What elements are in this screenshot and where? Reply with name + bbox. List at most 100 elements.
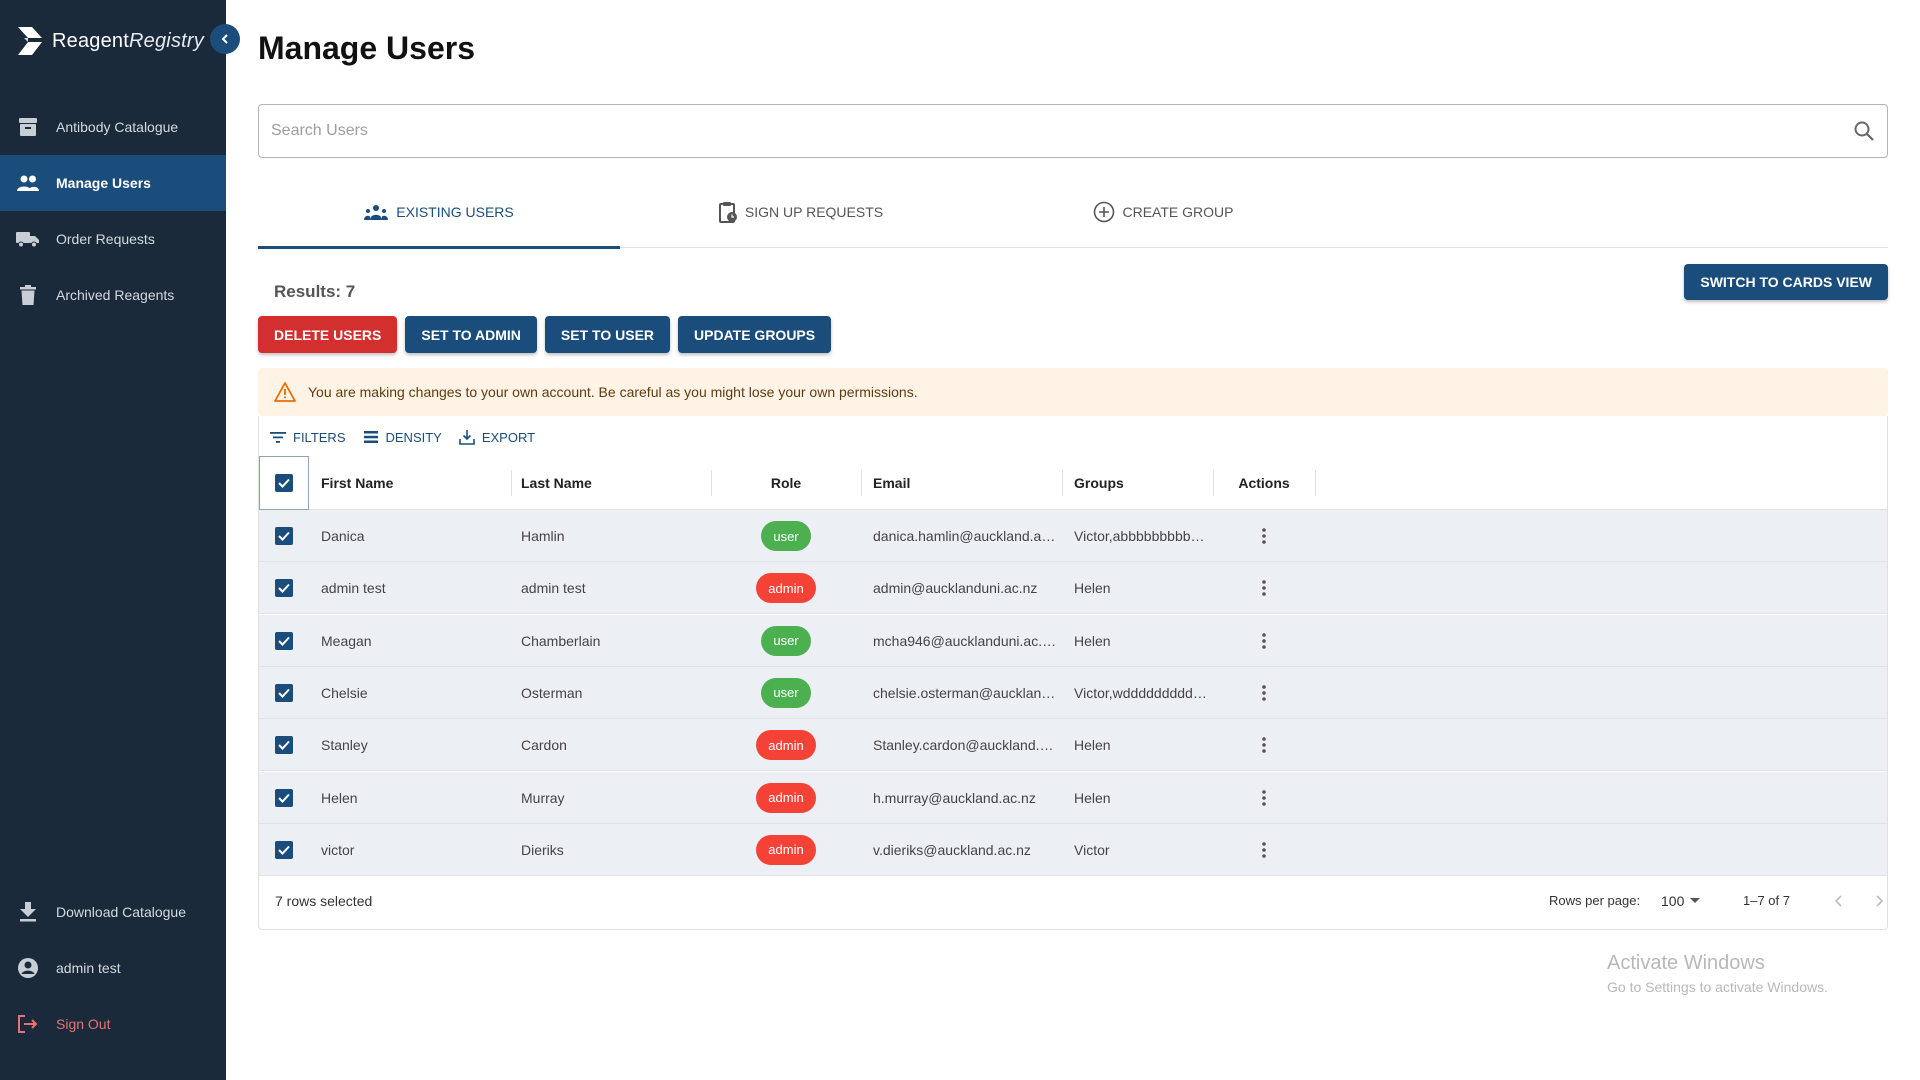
- switch-to-cards-view-button[interactable]: SWITCH TO CARDS VIEW: [1684, 264, 1888, 300]
- add-circle-icon: [1093, 201, 1114, 223]
- sidebar-item-label: Archived Reagents: [56, 287, 175, 303]
- search-icon[interactable]: [1853, 120, 1875, 142]
- table-row[interactable]: Chelsie Osterman user chelsie.osterman@auck…: [259, 666, 1887, 719]
- truck-icon: [16, 227, 40, 251]
- search-users-input[interactable]: [271, 105, 1831, 157]
- app-name: ReagentRegistry: [52, 30, 204, 53]
- filters-button[interactable]: Filters: [269, 428, 346, 446]
- rows-per-page-select[interactable]: 100: [1661, 889, 1701, 913]
- trash-icon: [16, 283, 40, 307]
- column-separator[interactable]: [511, 470, 512, 496]
- more-vert-icon: [1262, 841, 1266, 858]
- last-name-cell: Chamberlain: [521, 632, 601, 649]
- column-separator[interactable]: [1062, 470, 1063, 496]
- tab-label: Create Group: [1122, 204, 1234, 220]
- column-header-email[interactable]: Email: [873, 456, 910, 510]
- sidebar-item-download-catalogue[interactable]: Download Catalogue: [0, 884, 226, 940]
- tab-existing-users[interactable]: Existing Users: [258, 176, 620, 249]
- row-checkbox[interactable]: [275, 631, 293, 650]
- grid-toolbar: Filters Density Export: [269, 428, 535, 446]
- column-header-last-name[interactable]: Last Name: [521, 456, 592, 510]
- app-logo[interactable]: ReagentRegistry: [16, 24, 204, 58]
- row-checkbox[interactable]: [275, 736, 293, 755]
- more-actions-button[interactable]: [1254, 733, 1274, 757]
- bulk-actions: DELETE USERS SET TO ADMIN SET TO USER UP…: [258, 316, 832, 353]
- groups-cell: Helen: [1074, 580, 1111, 597]
- tab-sign-up-requests[interactable]: Sign Up Requests: [620, 176, 982, 248]
- tab-label: Existing Users: [396, 204, 514, 220]
- table-row[interactable]: admin test admin test admin admin@aucklandu…: [259, 562, 1887, 615]
- previous-page-button[interactable]: [1825, 887, 1853, 915]
- table-row[interactable]: Danica Hamlin user danica.hamlin@auckland.a…: [259, 510, 1887, 562]
- more-vert-icon: [1262, 737, 1266, 753]
- first-name-cell: Chelsie: [321, 684, 368, 701]
- role-chip: admin: [756, 834, 816, 865]
- watermark-title: Activate Windows: [1607, 952, 1765, 974]
- more-vert-icon: [1262, 528, 1266, 544]
- update-groups-button[interactable]: UPDATE GROUPS: [678, 316, 832, 353]
- tab-bar: Existing Users Sign Up Requests Create G…: [258, 176, 1888, 249]
- sidebar-item-sign-out[interactable]: Sign Out: [0, 996, 226, 1052]
- app-name-light: Registry: [129, 29, 204, 52]
- sidebar-item-archived-reagents[interactable]: Archived Reagents: [0, 267, 226, 323]
- row-checkbox[interactable]: [275, 527, 293, 545]
- column-separator[interactable]: [1315, 470, 1316, 496]
- first-name-cell: Meagan: [321, 632, 372, 649]
- row-checkbox[interactable]: [275, 788, 293, 807]
- tab-create-group[interactable]: Create Group: [982, 176, 1344, 248]
- more-actions-button[interactable]: [1254, 681, 1274, 705]
- delete-users-button[interactable]: DELETE USERS: [258, 316, 398, 353]
- row-checkbox[interactable]: [275, 840, 293, 859]
- email-cell: mcha946@aucklanduni.ac.…: [873, 632, 1057, 649]
- role-chip: user: [761, 625, 811, 656]
- clipboard-clock-icon: [718, 202, 737, 223]
- sidebar-item-manage-users[interactable]: Manage Users: [0, 155, 226, 211]
- column-header-groups[interactable]: Groups: [1074, 456, 1124, 510]
- density-button[interactable]: Density: [362, 428, 442, 446]
- select-all-checkbox[interactable]: [275, 474, 293, 492]
- actions-cell: [1213, 772, 1315, 824]
- table-row[interactable]: Meagan Chamberlain user mcha946@aucklanduni…: [259, 614, 1887, 667]
- more-actions-button[interactable]: [1254, 576, 1274, 600]
- email-cell: h.murray@auckland.ac.nz: [873, 789, 1036, 806]
- more-actions-button[interactable]: [1254, 838, 1274, 862]
- set-to-user-button[interactable]: SET TO USER: [544, 316, 671, 353]
- table-row[interactable]: Stanley Cardon admin Stanley.cardon@aucklan…: [259, 719, 1887, 772]
- warning-text: You are making changes to your own accou…: [308, 384, 918, 400]
- sidebar-item-label: Order Requests: [56, 231, 155, 247]
- filter-icon: [270, 432, 286, 443]
- search-box: [258, 104, 1888, 158]
- export-button[interactable]: Export: [458, 428, 535, 446]
- more-actions-button[interactable]: [1254, 629, 1274, 653]
- actions-cell: [1213, 719, 1315, 771]
- table-row[interactable]: Helen Murray admin h.murray@auckland.ac.nz H…: [259, 771, 1887, 824]
- group-add-icon: [364, 205, 389, 220]
- groups-cell: Helen: [1074, 632, 1111, 649]
- collapse-sidebar-button[interactable]: [210, 24, 240, 54]
- column-header-role[interactable]: Role: [711, 456, 861, 510]
- row-checkbox[interactable]: [275, 579, 293, 598]
- table-row[interactable]: victor Dieriks admin v.dieriks@auckland.ac.…: [259, 823, 1887, 876]
- results-count: Results: 7: [274, 282, 356, 301]
- more-actions-button[interactable]: [1254, 524, 1274, 548]
- sidebar-item-account[interactable]: admin test: [0, 940, 226, 996]
- column-header-first-name[interactable]: First Name: [321, 456, 393, 510]
- chevron-right-icon: [1876, 895, 1884, 907]
- users-data-grid: Filters Density Export First Name Last N…: [258, 416, 1888, 930]
- more-actions-button[interactable]: [1254, 786, 1274, 810]
- first-name-cell: victor: [321, 841, 355, 858]
- last-name-cell: admin test: [521, 580, 586, 597]
- next-page-button[interactable]: [1865, 887, 1893, 915]
- people-icon: [16, 171, 40, 195]
- warning-alert: You are making changes to your own accou…: [258, 368, 1888, 416]
- role-cell: admin: [711, 719, 861, 771]
- sidebar-item-antibody-catalogue[interactable]: Antibody Catalogue: [0, 99, 226, 155]
- column-header-actions[interactable]: Actions: [1213, 456, 1315, 510]
- groups-cell: Helen: [1074, 789, 1111, 806]
- row-checkbox[interactable]: [275, 683, 293, 702]
- column-separator[interactable]: [861, 470, 862, 496]
- last-name-cell: Cardon: [521, 737, 567, 754]
- email-cell: chelsie.osterman@aucklan…: [873, 684, 1056, 701]
- set-to-admin-button[interactable]: SET TO ADMIN: [405, 316, 537, 353]
- sidebar-item-order-requests[interactable]: Order Requests: [0, 211, 226, 267]
